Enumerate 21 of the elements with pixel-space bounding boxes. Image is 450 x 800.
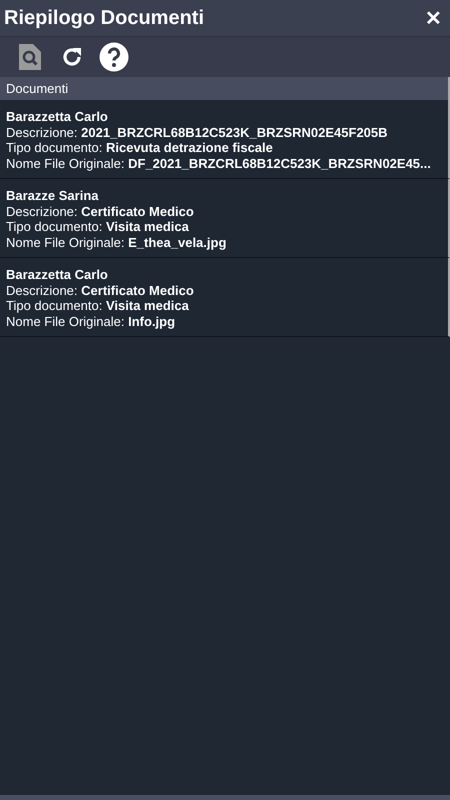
document-row[interactable]: Barazzetta Carlo Descrizione: Certificato Medico Tipo documento: Visita medica Nome File Originale: Info.jpg bbox=[0, 258, 450, 337]
close-button[interactable]: ✕ bbox=[423, 6, 444, 30]
window-title: Riepilogo Documenti bbox=[4, 6, 204, 30]
document-search-icon bbox=[19, 44, 41, 70]
person-name: Barazze Sarina bbox=[6, 188, 100, 204]
document-field: Descrizione: Certificato Medico bbox=[6, 204, 442, 219]
document-field: Nome File Originale: E_thea_vela.jpg bbox=[6, 234, 442, 250]
document-field: Descrizione: 2021_BRZCRL68B12C523K_BRZSRN02E45F205B bbox=[6, 124, 442, 140]
person-name: Barazzetta Carlo bbox=[6, 267, 109, 282]
help-icon bbox=[99, 42, 129, 72]
document-field: Nome File Originale: DF_2021_BRZCRL68B12C523K_BRZSRN02E45... bbox=[6, 156, 442, 171]
document-row[interactable]: Barazze Sarina Descrizione: Certificato Medico Tipo documento: Visita medica Nome File Originale: E_thea_vela.jpg bbox=[0, 179, 450, 258]
document-field: Tipo documento: Visita medica bbox=[6, 219, 442, 234]
help-button[interactable] bbox=[98, 41, 130, 73]
person-name: Barazzetta Carlo bbox=[6, 109, 109, 124]
document-field: Tipo documento: Ricevuta detrazione fiscale bbox=[6, 140, 442, 156]
document-field: Descrizione: Certificato Medico bbox=[6, 282, 442, 298]
document-row[interactable]: Barazzetta Carlo Descrizione: 2021_BRZCRL68B12C523K_BRZSRN02E45F205B Tipo documento: Ricevuta detrazione fiscale Nome File Originale: DF_2021_BRZCRL68B12C523K_BRZSRN02E45... bbox=[0, 100, 450, 179]
column-header: Documenti bbox=[0, 77, 450, 100]
document-field: Nome File Originale: Info.jpg bbox=[6, 314, 442, 329]
document-field: Tipo documento: Visita medica bbox=[6, 298, 442, 314]
